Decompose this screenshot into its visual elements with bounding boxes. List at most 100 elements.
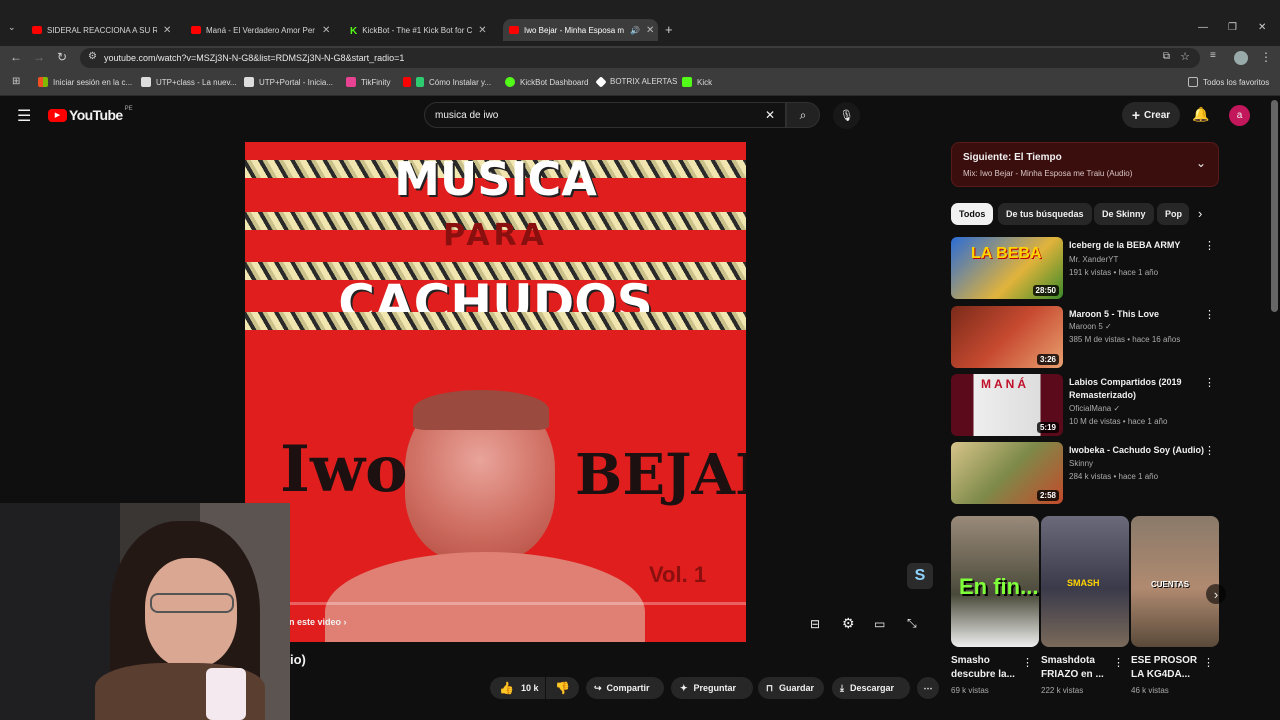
more-vertical-icon[interactable]: ⋮: [1022, 656, 1033, 669]
related-video[interactable]: MANÁ 5:19 Labios Compartidos (2019 Remas…: [951, 374, 1219, 438]
search-button[interactable]: ⌕: [786, 102, 820, 128]
up-next-card[interactable]: Siguiente: El Tiempo Mix: Iwo Bejar - Mi…: [951, 142, 1219, 187]
related-video[interactable]: 3:26 Maroon 5 - This Love Maroon 5 ✓ 385…: [951, 306, 1219, 370]
clear-search-icon[interactable]: ✕: [765, 108, 775, 122]
bookmark-2[interactable]: UTP+class - La nuev...: [141, 77, 237, 87]
youtube-logo[interactable]: ▶ YouTube PE: [48, 106, 133, 123]
close-tab-icon[interactable]: ✕: [163, 25, 171, 36]
ask-button[interactable]: ✦ Preguntar: [671, 677, 753, 699]
album-art-title-line1: MUSICA: [394, 152, 597, 206]
short-title[interactable]: Smasho descubre la...: [951, 654, 1023, 682]
shorts-next-icon[interactable]: ›: [1206, 584, 1226, 604]
share-button[interactable]: ↪ Compartir: [586, 677, 664, 699]
back-icon[interactable]: ←: [10, 50, 22, 64]
notifications-bell-icon[interactable]: 🔔: [1192, 106, 1209, 123]
more-vertical-icon[interactable]: ⋮: [1204, 308, 1215, 321]
bookmark-star-icon[interactable]: ☆: [1180, 50, 1190, 63]
webcam-cup: [206, 668, 246, 720]
create-button[interactable]: + Crear: [1122, 102, 1180, 128]
album-art-body: [325, 552, 645, 642]
youtube-header: ☰ ▶ YouTube PE musica de iwo ✕ ⌕ 🎙 + Crea…: [0, 97, 1280, 135]
bookmark-5[interactable]: Cómo Instalar y...: [403, 77, 491, 87]
related-video[interactable]: 2:58 Iwobeka - Cachudo Soy (Audio) Skinn…: [951, 442, 1219, 506]
close-tab-icon[interactable]: ✕: [478, 25, 486, 36]
voice-search-button[interactable]: 🎙: [833, 102, 860, 129]
short-thumbnail[interactable]: CUENTAS: [1131, 516, 1219, 647]
video-player[interactable]: MUSICA PARA CACHUDOS Iwo BEJAR Vol. 1: [245, 142, 746, 642]
folder-icon: [1188, 77, 1198, 87]
chevron-right-icon[interactable]: ›: [1198, 206, 1202, 221]
hamburger-menu-icon[interactable]: ☰: [17, 106, 31, 126]
apps-icon[interactable]: ⊞: [12, 76, 20, 87]
related-channel: OficialMana ✓: [1069, 404, 1121, 413]
album-art-artist-last: BEJAR: [575, 442, 746, 508]
save-button[interactable]: ⊓ Guardar: [758, 677, 824, 699]
more-vertical-icon[interactable]: ⋮: [1203, 656, 1214, 669]
browser-tab-3[interactable]: K KickBot - The #1 Kick Bot for C ✕: [350, 19, 500, 41]
bookmark-7[interactable]: BOTRIX ALERTAS: [595, 75, 677, 88]
media-icon[interactable]: ≡: [1210, 50, 1216, 61]
duration-badge: 28:50: [1032, 285, 1059, 296]
close-tab-icon[interactable]: ✕: [322, 25, 330, 36]
subtitles-icon[interactable]: ⊟: [810, 617, 820, 631]
plus-icon: +: [1131, 107, 1141, 123]
album-art-volume: Vol. 1: [649, 562, 707, 587]
scrollbar[interactable]: [1271, 100, 1278, 312]
install-icon[interactable]: ⧉: [1163, 51, 1170, 62]
bookmark-8[interactable]: Kick: [682, 77, 712, 87]
progress-bar[interactable]: [245, 602, 746, 605]
bookmark-6[interactable]: KickBot Dashboard: [505, 77, 588, 87]
duration-badge: 2:58: [1036, 490, 1059, 501]
menu-icon[interactable]: ⋮: [1260, 50, 1272, 64]
download-button[interactable]: ⤓ Descargar: [832, 677, 910, 699]
site-info-icon[interactable]: ⚙: [88, 51, 97, 62]
chip-all[interactable]: Todos: [951, 203, 994, 225]
more-vertical-icon[interactable]: ⋮: [1113, 656, 1124, 669]
in-this-video-link[interactable]: n este video ›: [289, 617, 347, 627]
reload-icon[interactable]: ↻: [57, 50, 67, 64]
audio-icon[interactable]: 🔊: [630, 26, 640, 35]
settings-gear-icon[interactable]: ⚙: [842, 615, 855, 632]
video-thumbnail: 3:26: [951, 306, 1063, 368]
all-bookmarks[interactable]: Todos los favoritos: [1188, 77, 1269, 87]
search-icon: ⌕: [799, 107, 807, 122]
bookmark-3[interactable]: UTP+Portal - Inicia...: [244, 77, 333, 87]
chip-pop[interactable]: Pop: [1157, 203, 1189, 225]
fullscreen-icon[interactable]: ⤡: [907, 616, 917, 631]
address-bar[interactable]: ⚙ youtube.com/watch?v=MSZj3N-N-G8&list=R…: [80, 48, 1200, 68]
browser-tab-active[interactable]: Iwo Bejar - Minha Esposa m 🔊 ✕: [503, 19, 658, 41]
youtube-icon: [403, 77, 411, 87]
chevron-down-icon[interactable]: ⌄: [1196, 156, 1206, 170]
thumbnail-text: LA BEBA: [971, 245, 1042, 262]
dislike-button[interactable]: 👎: [546, 677, 579, 699]
related-title: Iceberg de la BEBA ARMY: [1069, 240, 1181, 250]
short-thumbnail[interactable]: En fin...: [951, 516, 1039, 647]
close-tab-icon[interactable]: ✕: [646, 25, 654, 36]
more-vertical-icon[interactable]: ⋮: [1204, 239, 1215, 252]
close-window-icon[interactable]: ✕: [1258, 22, 1266, 33]
search-input[interactable]: musica de iwo ✕: [424, 102, 786, 128]
new-tab-icon[interactable]: +: [665, 22, 673, 37]
browser-tab-1[interactable]: SIDERAL REACCIONA A SU REP ✕: [32, 19, 182, 41]
short-thumbnail[interactable]: SMASH: [1041, 516, 1129, 647]
tab-search-icon[interactable]: ⌄: [8, 22, 16, 33]
chip-from-searches[interactable]: De tus búsquedas: [998, 203, 1092, 225]
more-vertical-icon[interactable]: ⋮: [1204, 376, 1215, 389]
chip-from-skinny[interactable]: De Skinny: [1094, 203, 1154, 225]
short-title[interactable]: ESE PROSOR LA KG4DA...: [1131, 654, 1203, 682]
bookmark-4[interactable]: TikFinity: [346, 77, 390, 87]
related-video[interactable]: LA BEBA 28:50 Iceberg de la BEBA ARMY Mr…: [951, 237, 1219, 301]
more-vertical-icon[interactable]: ⋮: [1204, 444, 1215, 457]
browser-tab-2[interactable]: Maná - El Verdadero Amor Per ✕: [191, 19, 341, 41]
profile-avatar[interactable]: [1234, 51, 1248, 65]
account-avatar[interactable]: a: [1229, 105, 1250, 126]
bookmark-1[interactable]: Iniciar sesión en la c...: [38, 77, 132, 87]
theater-mode-icon[interactable]: ▭: [874, 617, 885, 631]
short-title[interactable]: Smashdota FRIAZO en ...: [1041, 654, 1113, 682]
more-actions-button[interactable]: ⋯: [917, 677, 939, 699]
like-button[interactable]: 👍 10 k: [490, 677, 545, 699]
maximize-icon[interactable]: ❐: [1228, 22, 1237, 33]
forward-icon[interactable]: →: [33, 50, 45, 64]
webcam-person-face: [145, 558, 237, 668]
minimize-icon[interactable]: —: [1198, 22, 1208, 33]
